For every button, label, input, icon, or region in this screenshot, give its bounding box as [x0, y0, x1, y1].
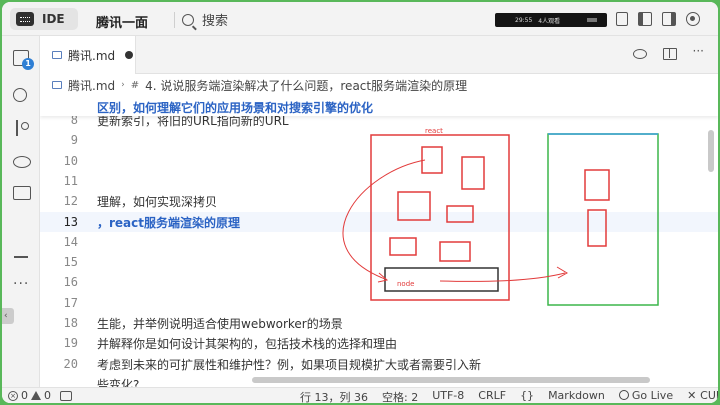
end-of-line[interactable]: CRLF [478, 389, 506, 403]
line-text: 生能，并举例说明适合使用webworker的场景 [97, 317, 343, 331]
ide-menu-button[interactable]: IDE [10, 8, 78, 30]
more-actions-icon[interactable]: ··· [693, 44, 704, 58]
explorer-badge: 1 [22, 58, 34, 70]
search-label: 搜索 [202, 14, 229, 29]
code-line[interactable]: 14 [40, 232, 718, 252]
toggle-panel-left-icon[interactable] [638, 12, 652, 26]
code-line[interactable]: 19 并解释你是如何设计其架构的，包括技术栈的选择和理由 [40, 333, 718, 353]
recording-time: 29:55 [515, 16, 533, 24]
cue-icon: ✕ [687, 389, 701, 402]
toggle-sidebar-icon[interactable] [616, 12, 628, 26]
window-title: 腾讯一面 [96, 16, 149, 31]
code-line[interactable]: 11 [40, 171, 718, 191]
line-text: 并解释你是如何设计其架构的，包括技术栈的选择和理由 [97, 337, 398, 352]
layout-controls [616, 12, 700, 26]
code-line[interactable]: 13 ，react服务端渲染的原理 [40, 211, 718, 232]
problems-indicator[interactable]: × 0 0 [8, 389, 51, 402]
encoding[interactable]: UTF-8 [432, 389, 464, 403]
more-icon[interactable]: ··· [13, 276, 33, 292]
code-line[interactable]: 20 考虑到未来的可扩展性和维护性？例，如果项目规模扩大或者需要引入新 [40, 354, 718, 374]
unsaved-dot-icon[interactable] [125, 51, 134, 59]
vertical-scrollbar[interactable] [708, 130, 714, 172]
warning-count: 0 [44, 389, 51, 402]
line-number: 17 [63, 295, 78, 310]
line-number: 9 [70, 133, 78, 148]
line-number: 20 [63, 356, 78, 371]
editor-actions: ··· [632, 44, 704, 60]
activity-separator [14, 256, 28, 258]
source-control-icon[interactable] [13, 120, 29, 136]
ide-icon [16, 12, 34, 26]
sticky-heading[interactable]: 区别，如何理解它们的应用场景和对搜索引擎的优化 [40, 96, 718, 116]
broadcast-icon [618, 390, 629, 400]
markdown-file-icon [52, 51, 62, 59]
search-icon [182, 13, 194, 26]
viewer-count: 4人观看 [538, 17, 561, 25]
line-number: 11 [63, 173, 78, 188]
split-editor-icon[interactable] [662, 48, 677, 60]
code-line[interactable]: 9 [40, 130, 718, 150]
preview-icon[interactable] [13, 156, 31, 168]
line-text: 些变化? [97, 377, 140, 387]
line-text: 考虑到未来的可扩展性和维护性？例，如果项目规模扩大或者需要引入新 [97, 357, 482, 372]
line-number: 19 [63, 336, 78, 351]
horizontal-scrollbar[interactable] [252, 377, 650, 383]
open-preview-icon[interactable] [632, 49, 647, 59]
code-line[interactable]: 16 [40, 272, 718, 292]
title-divider [174, 12, 175, 28]
remote-explorer-icon[interactable] [13, 186, 31, 200]
ports-icon[interactable] [60, 391, 72, 401]
breadcrumb-file[interactable]: 腾讯.md [68, 77, 115, 94]
chevron-right-icon: › [121, 80, 125, 90]
status-bar: × 0 0 行 13，列 36 空格: 2 UTF-8 CRLF {} Mark… [2, 387, 718, 403]
error-icon: × [8, 390, 18, 401]
editor-tab-bar: 腾讯.md ··· [40, 36, 718, 74]
ide-label: IDE [42, 12, 65, 26]
go-live-button[interactable]: Go Live [618, 389, 674, 403]
cue-label: CUE [700, 389, 718, 402]
breadcrumb-section[interactable]: 4. 说说服务端渲染解决了什么问题，react服务端渲染的原理 [145, 77, 467, 94]
collapse-handle[interactable]: ‹ [2, 308, 14, 324]
language-braces[interactable]: {} [520, 389, 534, 403]
sticky-heading-text: 区别，如何理解它们的应用场景和对搜索引擎的优化 [97, 101, 374, 115]
toggle-panel-right-icon[interactable] [662, 12, 676, 26]
line-text: 理解，如何实现深拷贝 [97, 195, 218, 210]
search-button[interactable]: 搜索 [182, 10, 228, 29]
breadcrumb: 腾讯.md › # 4. 说说服务端渲染解决了什么问题，react服务端渲染的原… [40, 74, 718, 96]
search-view-icon[interactable] [13, 88, 27, 102]
warning-icon [31, 391, 41, 400]
tab-label: 腾讯.md [68, 48, 116, 63]
cursor-position[interactable]: 行 13，列 36 [300, 389, 368, 403]
ide-window: IDE 腾讯一面 搜索 29:55 4人观看 1 ··· ‹ 腾讯.md ···… [2, 2, 718, 403]
line-number: 14 [63, 234, 78, 249]
line-text: ，react服务端渲染的原理 [97, 215, 241, 230]
indentation[interactable]: 空格: 2 [382, 389, 418, 403]
cue-button[interactable]: ✕ CUE [687, 389, 718, 403]
code-line[interactable]: 12 理解，如何实现深拷贝 [40, 191, 718, 211]
markdown-file-icon [52, 81, 62, 89]
tab-tencent-md[interactable]: 腾讯.md [40, 36, 136, 74]
heading-hash-icon: # [130, 79, 140, 91]
account-icon[interactable] [686, 12, 700, 26]
line-number: 12 [63, 194, 78, 209]
line-number: 13 [63, 214, 78, 229]
title-bar: IDE 腾讯一面 搜索 29:55 4人观看 [2, 2, 718, 36]
editor-area[interactable]: 区别，如何理解它们的应用场景和对搜索引擎的优化 8 更新索引，将旧的URL指向新的… [40, 96, 718, 387]
line-number: 10 [63, 153, 78, 168]
code-line[interactable]: 18 生能，并举例说明适合使用webworker的场景 [40, 313, 718, 333]
code-line[interactable]: 10 [40, 151, 718, 171]
line-number: 16 [63, 275, 78, 290]
activity-bar: 1 ··· [2, 36, 40, 387]
line-number: 15 [63, 255, 78, 270]
go-live-label: Go Live [631, 389, 674, 402]
recording-status: 29:55 4人观看 [495, 13, 607, 27]
code-line[interactable]: 17 [40, 293, 718, 313]
line-number: 18 [63, 316, 78, 330]
language-mode[interactable]: Markdown [548, 389, 605, 403]
status-items: 行 13，列 36 空格: 2 UTF-8 CRLF {} Markdown G… [300, 389, 718, 403]
error-count: 0 [21, 389, 28, 402]
code-line[interactable]: 15 [40, 252, 718, 272]
recording-indicator [587, 18, 597, 22]
